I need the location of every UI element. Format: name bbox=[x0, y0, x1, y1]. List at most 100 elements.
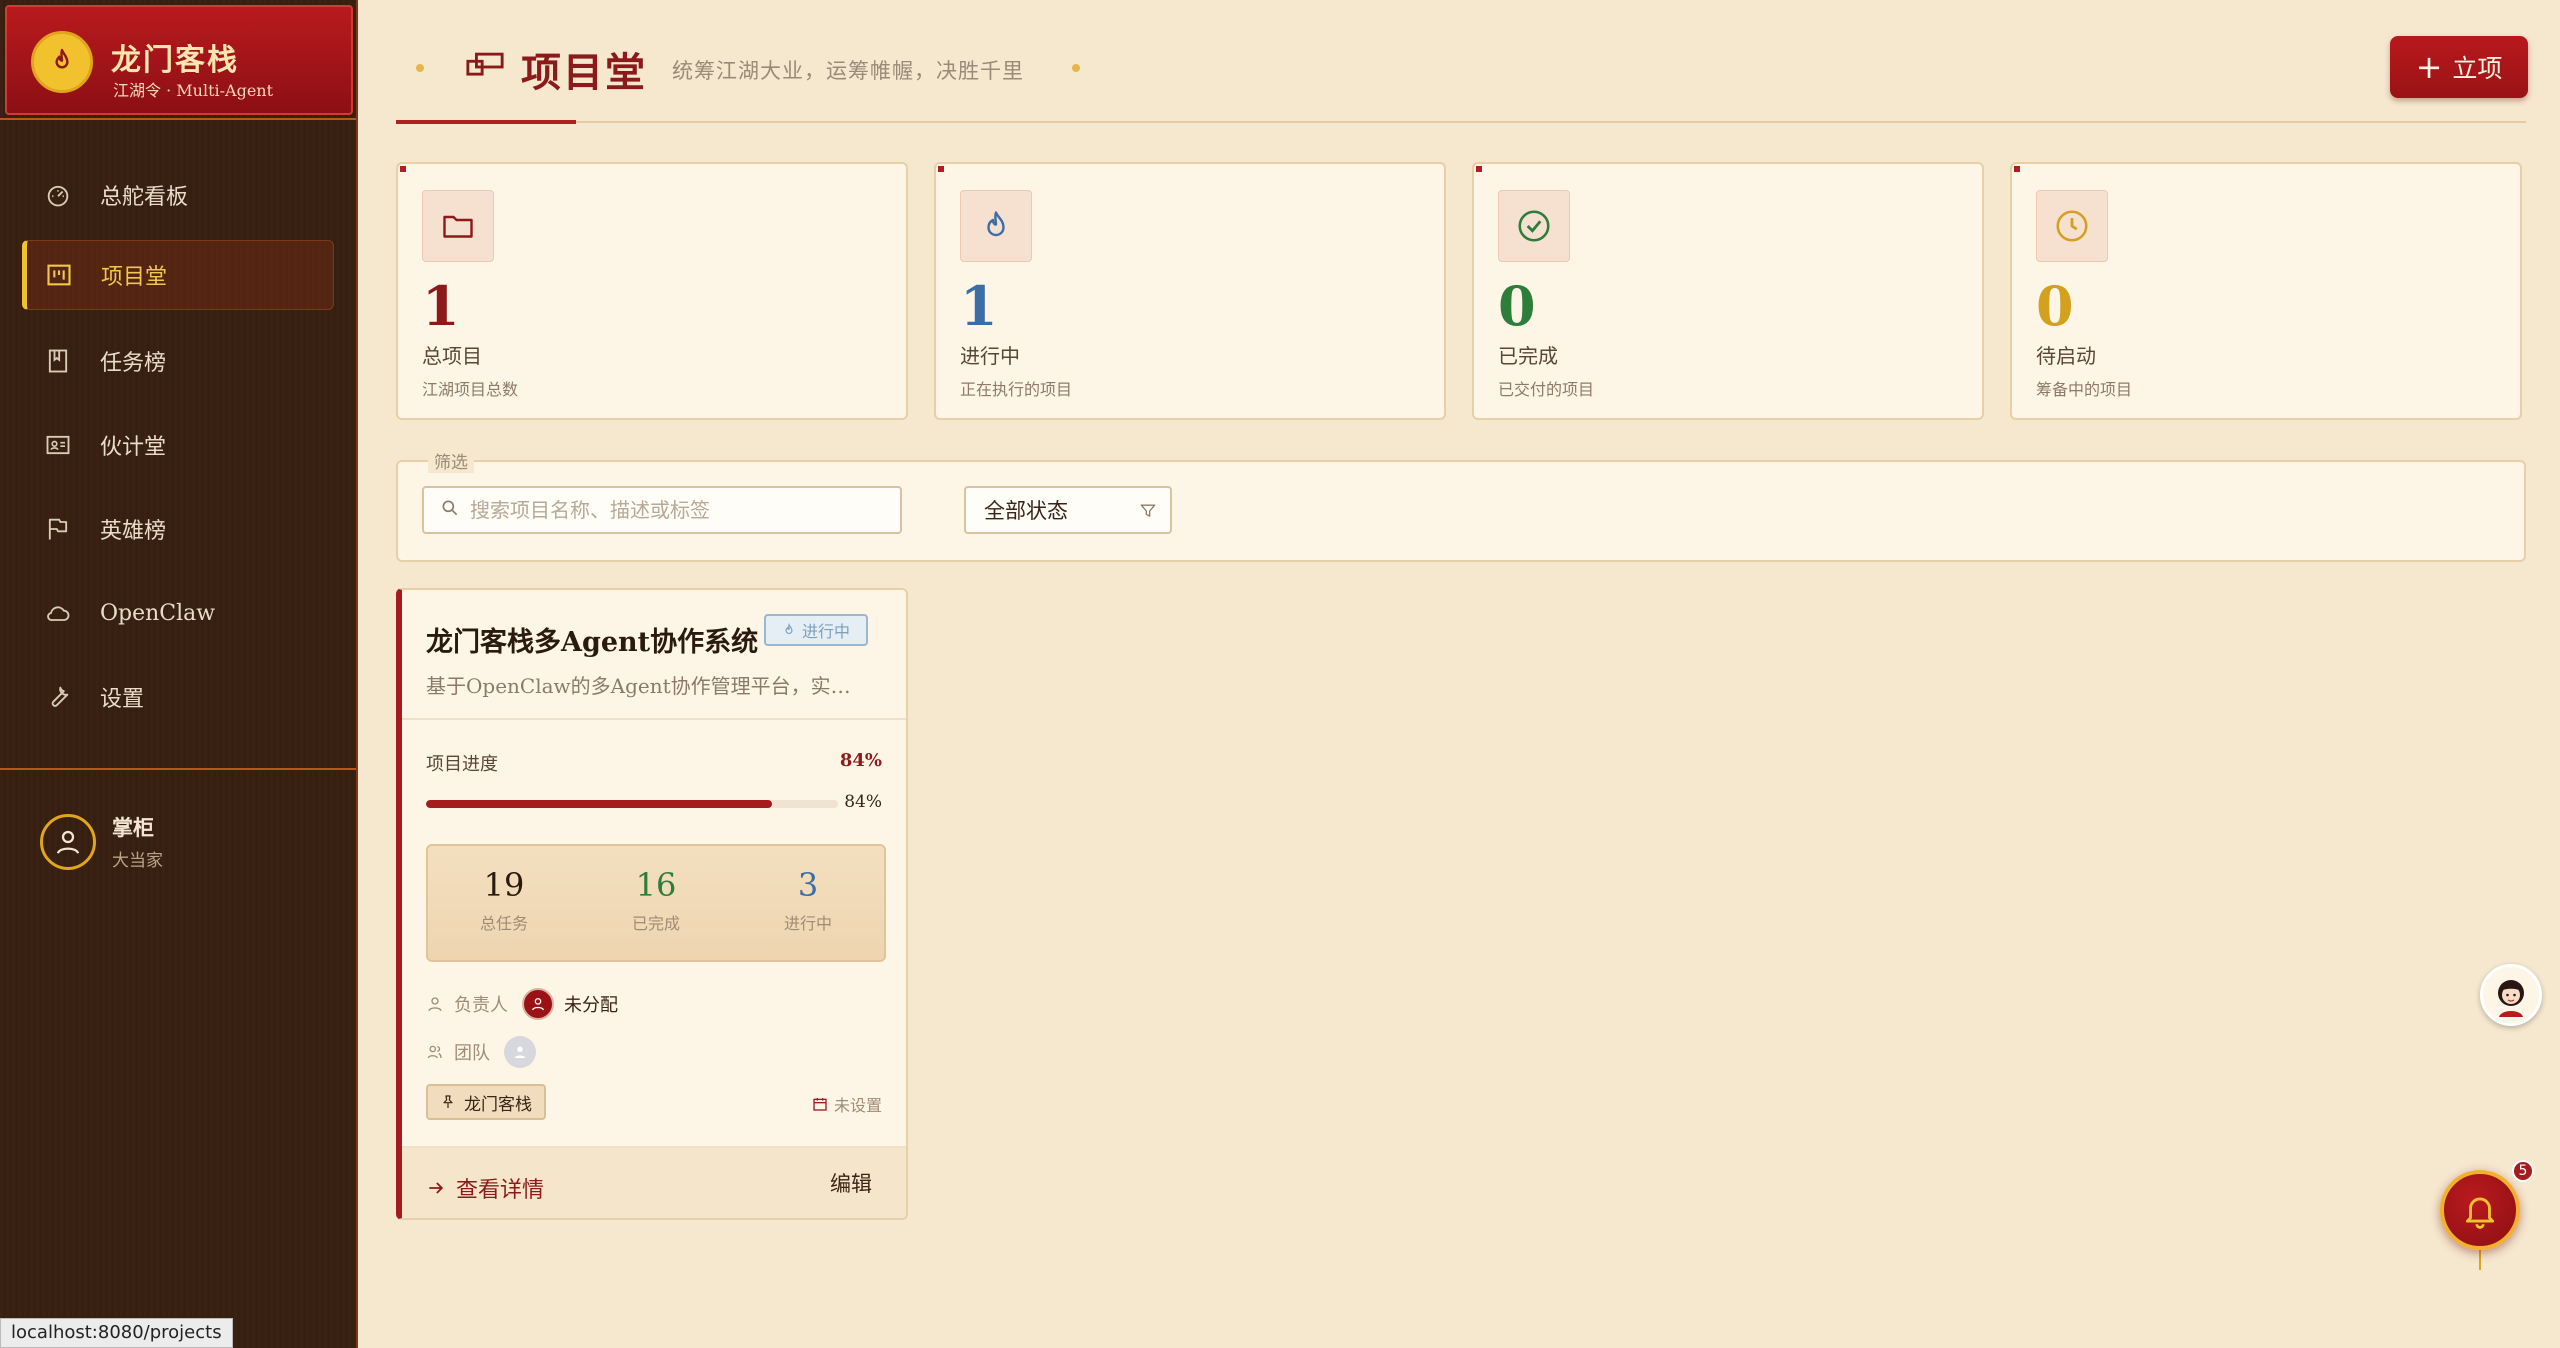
owner-avatar-icon bbox=[522, 988, 554, 1020]
stat-value: 1 bbox=[960, 274, 998, 338]
brand-title: 龙门客栈 bbox=[111, 43, 239, 78]
task-stat-total: 19 总任务 bbox=[428, 866, 580, 934]
notification-bell-button[interactable] bbox=[2440, 1170, 2520, 1250]
user-name: 掌柜 bbox=[112, 815, 154, 840]
team-avatar-icon bbox=[504, 1036, 536, 1068]
brand-divider bbox=[0, 118, 356, 120]
bell-icon bbox=[2465, 1197, 2495, 1229]
project-title: 龙门客栈多Agent协作系统 bbox=[426, 627, 759, 658]
pin-icon bbox=[443, 1095, 453, 1108]
view-details-label: 查看详情 bbox=[456, 1178, 545, 1203]
header-divider bbox=[396, 121, 2526, 123]
sidebar-item-staff[interactable]: 伙计堂 bbox=[22, 410, 334, 480]
sidebar-divider bbox=[0, 768, 356, 770]
sidebar-item-openclaw[interactable]: OpenClaw bbox=[22, 578, 334, 648]
page-subtitle: 统筹江湖大业，运筹帷幄，决胜千里 bbox=[672, 59, 1024, 83]
sidebar-item-tasks[interactable]: 任务榜 bbox=[22, 326, 334, 396]
search-input[interactable] bbox=[470, 498, 890, 522]
card-corner bbox=[400, 166, 406, 172]
task-stat-value: 19 bbox=[483, 866, 525, 904]
user-profile[interactable]: 掌柜 大当家 bbox=[40, 812, 163, 871]
task-stat-done: 16 已完成 bbox=[580, 866, 732, 934]
stat-label: 进行中 bbox=[960, 344, 1020, 368]
task-stat-label: 总任务 bbox=[479, 914, 528, 933]
progress-label: 项目进度 bbox=[426, 754, 498, 775]
sidebar-item-label: 总舵看板 bbox=[100, 185, 189, 210]
flag-icon bbox=[40, 511, 76, 547]
edit-link[interactable]: 编辑 bbox=[830, 1168, 872, 1198]
sidebar-item-label: 英雄榜 bbox=[100, 519, 167, 544]
stat-label: 已完成 bbox=[1498, 344, 1558, 368]
kanban-icon bbox=[41, 257, 77, 293]
progress-percent-inline: 84% bbox=[844, 792, 882, 812]
stat-label: 待启动 bbox=[2036, 344, 2096, 368]
sidebar-item-dashboard[interactable]: 总舵看板 bbox=[22, 160, 334, 230]
stat-desc: 正在执行的项目 bbox=[960, 380, 1073, 399]
due-date-value: 未设置 bbox=[833, 1096, 882, 1115]
progress-bar bbox=[426, 800, 838, 808]
page-heading: 项目堂 bbox=[465, 40, 647, 98]
assistant-avatar-icon[interactable] bbox=[2480, 964, 2542, 1026]
project-card[interactable]: 龙门客栈多Agent协作系统 进行中 基于OpenClaw的多Agent协作管理… bbox=[396, 588, 908, 1220]
search-icon bbox=[440, 498, 460, 522]
search-box[interactable] bbox=[422, 486, 902, 534]
view-details-link[interactable]: 查看详情 bbox=[426, 1172, 544, 1204]
clock-icon bbox=[2036, 190, 2108, 262]
due-date: 未设置 bbox=[812, 1092, 882, 1116]
sidebar-item-label: 任务榜 bbox=[100, 351, 167, 376]
stat-card-pending: 0 待启动 筹备中的项目 bbox=[2010, 162, 2522, 420]
sidebar-item-label: 设置 bbox=[100, 687, 145, 712]
task-summary: 19 总任务 16 已完成 3 进行中 bbox=[426, 844, 886, 962]
status-badge: 进行中 bbox=[764, 614, 868, 646]
notification-count-badge: 5 bbox=[2512, 1160, 2534, 1182]
card-divider bbox=[402, 718, 906, 720]
new-project-button[interactable]: + 立项 bbox=[2390, 36, 2528, 98]
owner-label: 负责人 bbox=[454, 995, 508, 1016]
calendar-icon bbox=[813, 1098, 827, 1111]
sidebar-item-settings[interactable]: 设置 bbox=[22, 662, 334, 732]
stat-card-completed: 0 已完成 已交付的项目 bbox=[1472, 162, 1984, 420]
arrow-right-icon bbox=[429, 1182, 444, 1194]
bell-string bbox=[2479, 1250, 2481, 1270]
sidebar-item-heroes[interactable]: 英雄榜 bbox=[22, 494, 334, 564]
kanban-icon bbox=[465, 50, 505, 88]
sidebar-item-label: OpenClaw bbox=[100, 600, 216, 626]
user-avatar-icon bbox=[40, 813, 96, 870]
team-icon bbox=[427, 1045, 442, 1059]
stat-label: 总项目 bbox=[422, 344, 482, 368]
flame-icon bbox=[960, 190, 1032, 262]
page-title: 项目堂 bbox=[521, 49, 647, 96]
stat-card-in-progress: 1 进行中 正在执行的项目 bbox=[934, 162, 1446, 420]
dashboard-icon bbox=[40, 177, 76, 213]
brand-subtitle: 江湖令 · Multi-Agent bbox=[113, 81, 274, 100]
sidebar-item-projects[interactable]: 项目堂 bbox=[22, 240, 334, 310]
card-corner bbox=[938, 166, 944, 172]
project-tag[interactable]: 龙门客栈 bbox=[426, 1084, 546, 1120]
person-icon bbox=[428, 997, 442, 1012]
card-corner bbox=[2014, 166, 2020, 172]
owner-value: 未分配 bbox=[564, 995, 618, 1016]
task-stat-in-progress: 3 进行中 bbox=[732, 866, 884, 934]
wrench-icon bbox=[40, 679, 76, 715]
filter-legend: 筛选 bbox=[428, 448, 474, 473]
header-ornament bbox=[1072, 64, 1080, 72]
filter-panel: 筛选 全部状态 bbox=[396, 448, 2526, 562]
project-tag-label: 龙门客栈 bbox=[464, 1094, 532, 1115]
progress-bar-fill bbox=[426, 800, 773, 808]
task-stat-value: 3 bbox=[797, 866, 819, 904]
stat-desc: 已交付的项目 bbox=[1498, 380, 1595, 399]
book-icon bbox=[40, 343, 76, 379]
brand-header[interactable]: 龙门客栈 江湖令 · Multi-Agent bbox=[5, 5, 353, 115]
main-content: 项目堂 统筹江湖大业，运筹帷幄，决胜千里 + 立项 1 总项目 江湖项目总数 1… bbox=[360, 0, 2560, 1348]
id-card-icon bbox=[40, 427, 76, 463]
task-stat-label: 已完成 bbox=[631, 914, 680, 933]
project-description: 基于OpenClaw的多Agent协作管理平台，实现任… bbox=[426, 674, 866, 698]
cloud-icon bbox=[40, 595, 76, 631]
plus-icon: + bbox=[2415, 48, 2443, 86]
task-stat-label: 进行中 bbox=[783, 914, 832, 933]
stat-value: 0 bbox=[1498, 274, 1536, 338]
sidebar: 龙门客栈 江湖令 · Multi-Agent 总舵看板 项目堂 任务榜 伙计堂 … bbox=[0, 0, 358, 1348]
status-filter-select[interactable]: 全部状态 bbox=[964, 486, 1172, 534]
flame-logo-icon bbox=[31, 31, 93, 93]
sidebar-item-label: 项目堂 bbox=[101, 265, 168, 290]
